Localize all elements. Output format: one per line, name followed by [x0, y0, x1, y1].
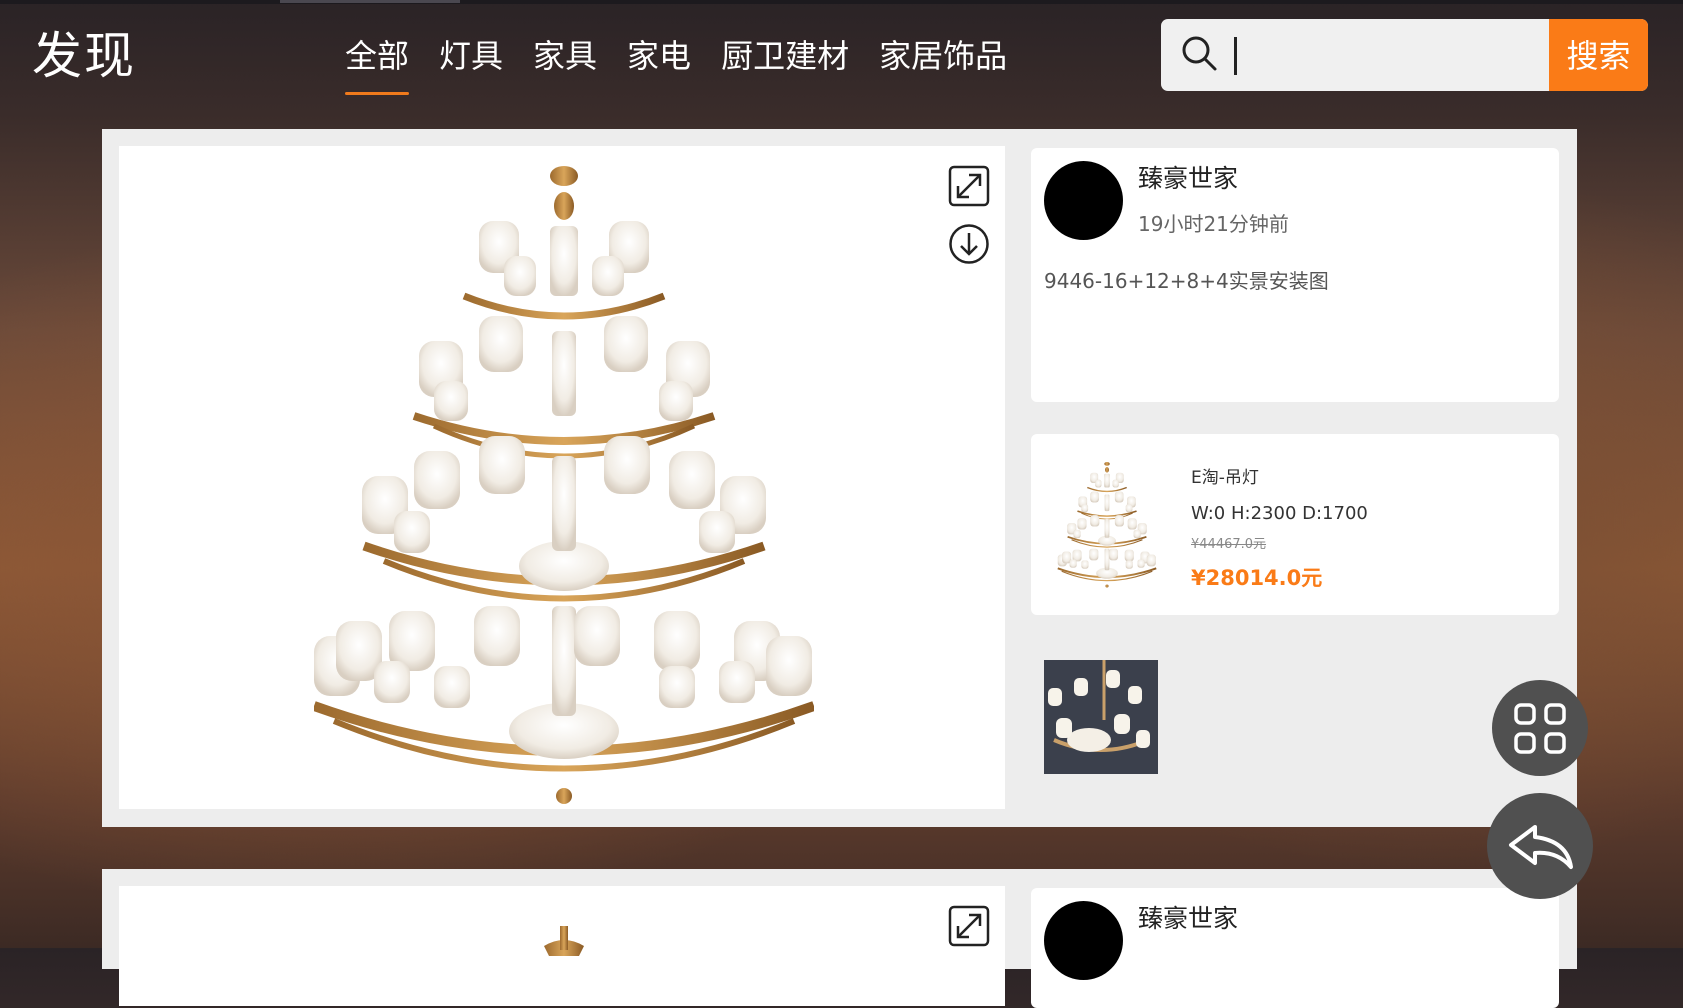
product-price: ¥28014.0元 — [1191, 566, 1323, 590]
category-tabs: 全部 灯具 家具 家电 厨卫建材 家居饰品 — [345, 34, 1037, 95]
post-info: 臻豪世家 19小时21分钟前 9446-16+12+8+4实景安装图 — [1031, 148, 1559, 402]
back-arrow-icon — [1509, 825, 1573, 869]
product-original-price: ¥44467.0元 — [1191, 537, 1267, 552]
page-title: 发现 — [32, 27, 136, 85]
product-thumbnail — [1057, 458, 1157, 588]
back-button[interactable] — [1487, 793, 1593, 899]
download-icon[interactable] — [948, 223, 990, 265]
post-main-image[interactable] — [119, 886, 1005, 1006]
avatar[interactable] — [1044, 901, 1123, 980]
product-name: E淘-吊灯 — [1191, 468, 1259, 488]
expand-icon[interactable] — [948, 165, 990, 207]
grid-icon — [1514, 703, 1566, 754]
tab-kitchen-bath[interactable]: 厨卫建材 — [721, 34, 849, 78]
search-icon — [1182, 36, 1217, 71]
tab-appliances[interactable]: 家电 — [627, 34, 691, 78]
expand-icon[interactable] — [948, 905, 990, 947]
post-main-image[interactable] — [119, 146, 1005, 809]
search-bar: 搜索 — [1161, 19, 1648, 91]
post-description: 9446-16+12+8+4实景安装图 — [1044, 269, 1329, 293]
post-time: 19小时21分钟前 — [1138, 212, 1289, 236]
chandelier-photo — [1044, 660, 1158, 774]
status-bar — [0, 0, 1683, 4]
grid-menu-button[interactable] — [1492, 680, 1588, 776]
author-name[interactable]: 臻豪世家 — [1138, 162, 1238, 196]
tab-all[interactable]: 全部 — [345, 34, 410, 95]
tab-furniture[interactable]: 家具 — [533, 34, 597, 78]
search-input[interactable] — [1241, 19, 1545, 91]
tab-lighting[interactable]: 灯具 — [439, 34, 503, 78]
text-cursor — [1234, 37, 1237, 75]
chandelier-image — [544, 926, 584, 956]
post-card: 臻豪世家 19小时21分钟前 9446-16+12+8+4实景安装图 E淘-吊灯… — [102, 129, 1577, 827]
product-dimensions: W:0 H:2300 D:1700 — [1191, 503, 1368, 524]
search-button[interactable]: 搜索 — [1549, 19, 1648, 91]
avatar[interactable] — [1044, 161, 1123, 240]
gallery-thumbnail[interactable] — [1044, 660, 1158, 774]
post-info: 臻豪世家 — [1031, 888, 1559, 1008]
tab-home-decor[interactable]: 家居饰品 — [879, 34, 1007, 78]
post-card: 臻豪世家 — [102, 869, 1577, 1008]
chandelier-image — [119, 146, 1005, 809]
product-card[interactable]: E淘-吊灯 W:0 H:2300 D:1700 ¥44467.0元 ¥28014… — [1031, 434, 1559, 615]
author-name[interactable]: 臻豪世家 — [1138, 902, 1238, 936]
